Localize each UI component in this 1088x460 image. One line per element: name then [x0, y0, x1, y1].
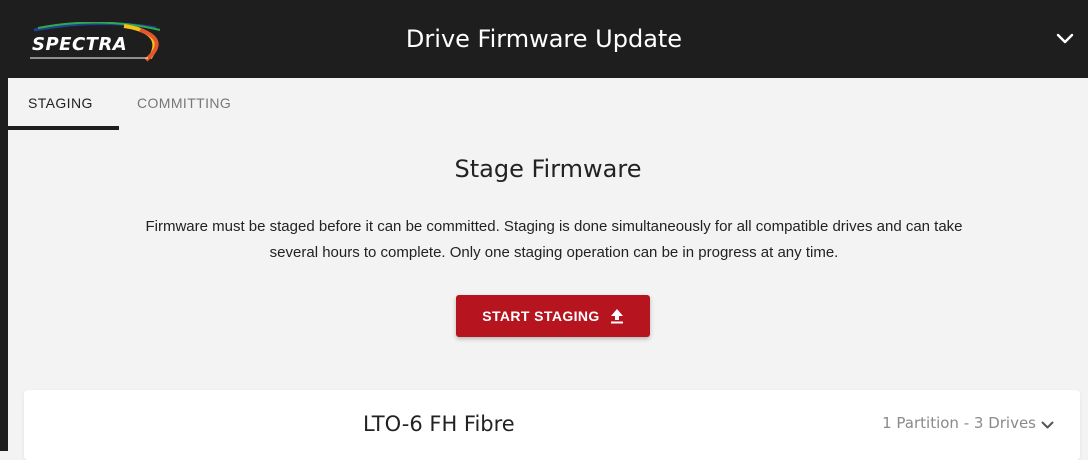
chevron-down-icon[interactable] — [1056, 33, 1074, 45]
start-staging-button[interactable]: START STAGING — [456, 295, 650, 337]
drive-group-name: LTO-6 FH Fibre — [363, 412, 515, 436]
description-line-1: Firmware must be staged before it can be… — [145, 218, 963, 235]
description-line-2: several hours to complete. Only one stag… — [269, 244, 839, 261]
drive-group-summary: 1 Partition - 3 Drives — [882, 414, 1036, 432]
app-header: SPECTRA Drive Firmware Update — [0, 0, 1088, 78]
chevron-down-icon[interactable] — [1041, 421, 1054, 430]
upload-icon — [610, 309, 623, 324]
drive-group-card[interactable]: LTO-6 FH Fibre 1 Partition - 3 Drives — [24, 390, 1080, 460]
active-tab-indicator — [8, 126, 119, 130]
section-title: Stage Firmware — [454, 155, 642, 183]
staging-description: Firmware must be staged before it can be… — [20, 214, 1088, 266]
left-edge-border — [0, 78, 8, 451]
tab-bar: STAGING COMMITTING — [8, 78, 1088, 130]
page-title: Drive Firmware Update — [405, 25, 683, 53]
tab-committing[interactable]: COMMITTING — [137, 95, 231, 111]
start-staging-label: START STAGING — [482, 308, 600, 324]
tab-staging[interactable]: STAGING — [28, 95, 93, 111]
